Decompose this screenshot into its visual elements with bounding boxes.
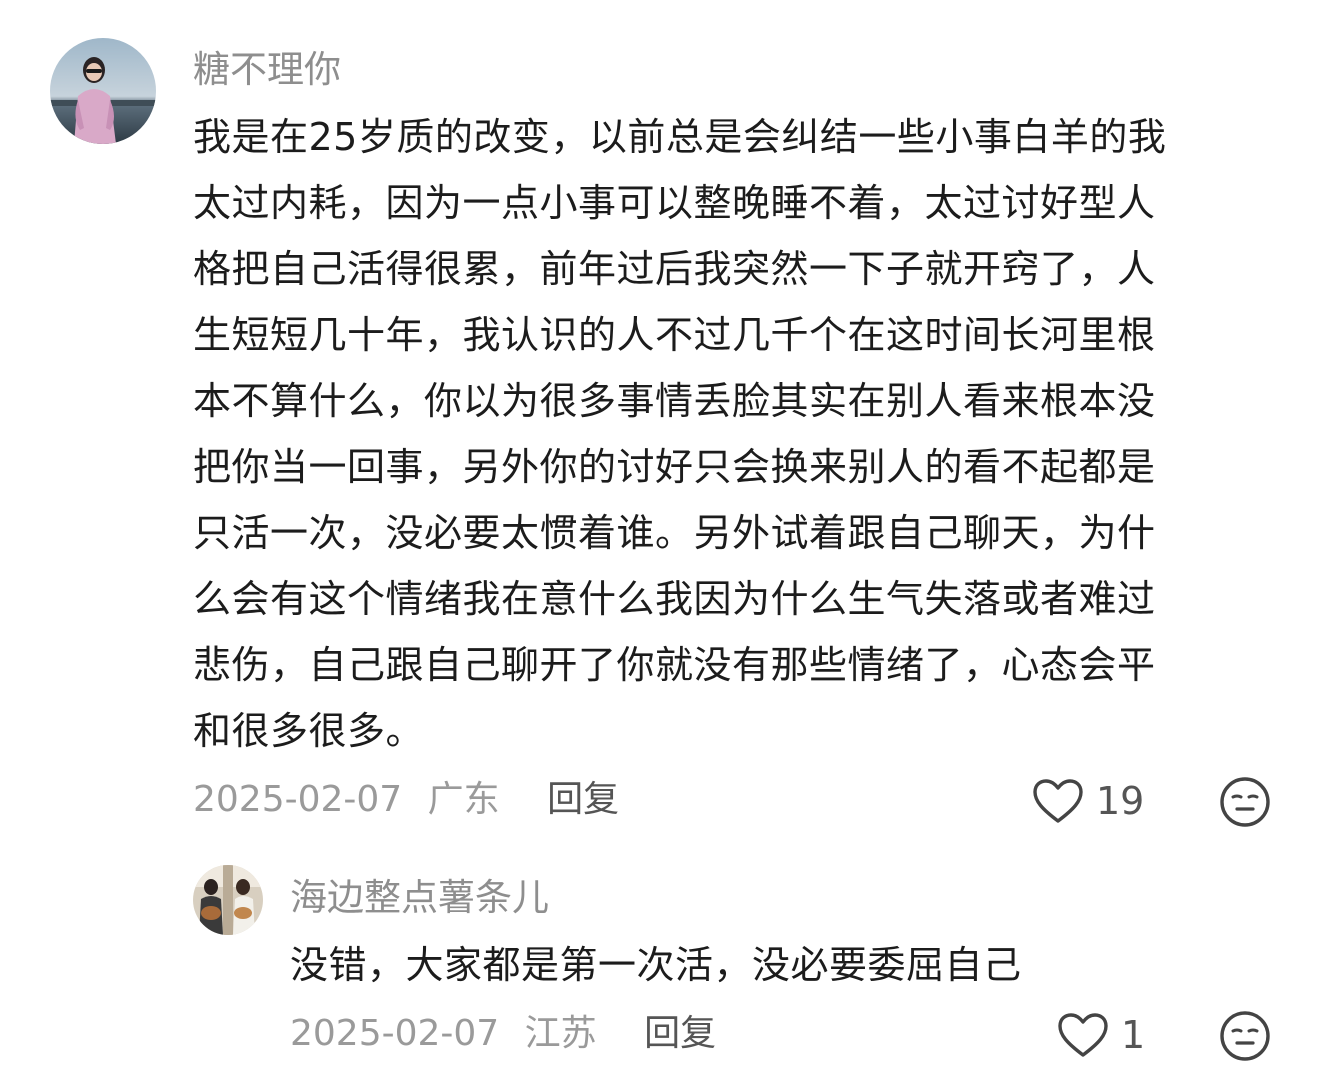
- react-button[interactable]: [1219, 1010, 1271, 1066]
- reply-button[interactable]: 回复: [547, 779, 619, 820]
- comment-line: 太过内耗，因为一点小事可以整晚睡不着，太过讨好型人: [193, 181, 1156, 225]
- username[interactable]: 糖不理你: [193, 48, 341, 92]
- comment-line: 和很多很多。: [193, 709, 425, 753]
- comment-line: 本不算什么，你以为很多事情丢脸其实在别人看来根本没: [193, 379, 1156, 423]
- comment-line: 生短短几十年，我认识的人不过几千个在这时间长河里根: [193, 313, 1156, 357]
- like-button[interactable]: 1: [1057, 1012, 1145, 1058]
- like-count: 1: [1121, 1013, 1146, 1057]
- heart-outline-icon: [1058, 1013, 1108, 1057]
- comment-date: 2025-02-07: [193, 779, 403, 820]
- heart-outline-icon: [1033, 779, 1083, 823]
- comment-line: 悲伤，自己跟自己聊开了你就没有那些情绪了，心态会平: [193, 643, 1156, 687]
- avatar[interactable]: [50, 38, 156, 144]
- comment-line: 么会有这个情绪我在意什么我因为什么生气失落或者难过: [193, 577, 1156, 621]
- comment-text: 我是在25岁质的改变，以前总是会纠结一些小事白羊的我 太过内耗，因为一点小事可以…: [193, 104, 1273, 764]
- comment-line: 格把自己活得很累，前年过后我突然一下子就开窍了，人: [193, 247, 1156, 291]
- avatar-image: [50, 38, 156, 144]
- avatar[interactable]: [193, 865, 263, 935]
- comment-line: 我是在25岁质的改变，以前总是会纠结一些小事白羊的我: [193, 115, 1167, 159]
- comment-meta: 2025-02-07 江苏 回复: [290, 1012, 716, 1056]
- neutral-face-icon: [1220, 1011, 1270, 1061]
- neutral-face-icon: [1220, 777, 1270, 827]
- comment-meta: 2025-02-07 广东 回复: [193, 778, 619, 822]
- comment-text: 没错，大家都是第一次活，没必要委屈自己: [290, 943, 1022, 987]
- comment-location: 广东: [427, 779, 500, 820]
- reply-button[interactable]: 回复: [644, 1013, 716, 1054]
- comment-location: 江苏: [524, 1013, 597, 1054]
- comment-line: 把你当一回事，另外你的讨好只会换来别人的看不起都是: [193, 445, 1156, 489]
- like-button[interactable]: 19: [1032, 778, 1144, 824]
- comment-date: 2025-02-07: [290, 1013, 500, 1054]
- comment-line: 只活一次，没必要太惯着谁。另外试着跟自己聊天，为什: [193, 511, 1156, 555]
- avatar-image: [193, 865, 263, 935]
- username[interactable]: 海边整点薯条儿: [290, 876, 549, 920]
- react-button[interactable]: [1219, 776, 1271, 832]
- like-count: 19: [1096, 779, 1145, 823]
